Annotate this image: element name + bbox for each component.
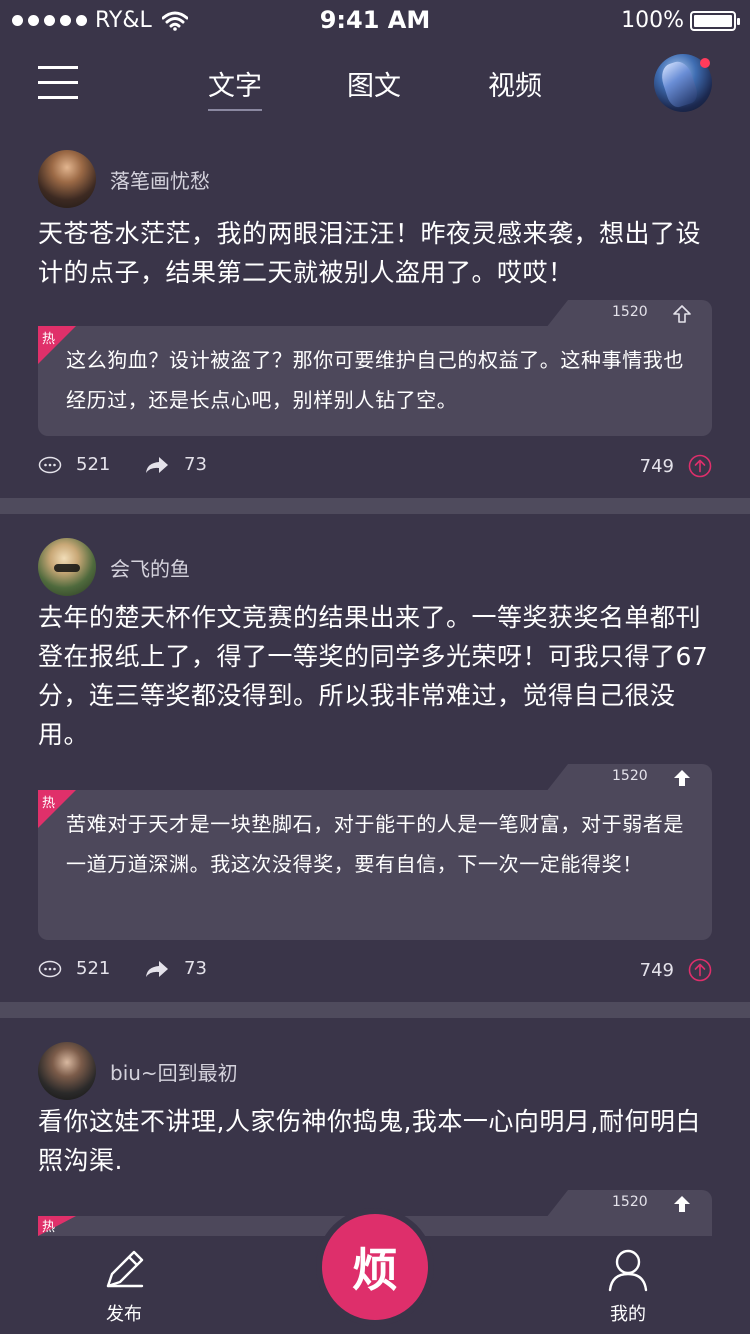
share-icon: [146, 456, 168, 473]
comment-like-tab: 1520: [546, 300, 712, 328]
comment-icon: [38, 456, 62, 473]
active-tab-underline: [208, 109, 262, 111]
share-count: 73: [184, 958, 207, 979]
battery-icon: [690, 10, 740, 31]
user-icon: [608, 1249, 648, 1292]
hot-comment-text: 苦难对于天才是一块垫脚石，对于能干的人是一笔财富，对于弱者是一道万道深渊。我这次…: [66, 812, 684, 876]
comment-icon: [38, 960, 62, 977]
upvote-icon[interactable]: [688, 958, 712, 982]
post-body[interactable]: 去年的楚天杯作文竞赛的结果出来了。一等奖获奖名单都刊登在报纸上了，得了一等奖的同…: [38, 598, 718, 754]
tab-text[interactable]: 文字: [208, 64, 262, 111]
author-name[interactable]: 会飞的鱼: [110, 553, 190, 582]
menu-icon[interactable]: [38, 66, 78, 100]
comment-like-count: 1520: [612, 768, 648, 784]
tab-image-text-label: 图文: [347, 71, 401, 102]
hot-badge-label: 热: [42, 332, 56, 347]
upvote-icon[interactable]: [688, 454, 712, 478]
post-stats: 521 73 749: [38, 454, 712, 484]
comment-like-tab: 1520: [546, 764, 712, 792]
share-icon: [146, 960, 168, 977]
hot-comment-body: 热 苦难对于天才是一块垫脚石，对于能干的人是一笔财富，对于弱者是一道万道深渊。我…: [38, 790, 712, 940]
like-arrow-icon[interactable]: [672, 304, 692, 324]
tab-mine-label: 我的: [610, 1304, 646, 1325]
tab-video[interactable]: 视频: [488, 64, 542, 103]
vote-stat[interactable]: 749: [640, 958, 712, 982]
share-stat[interactable]: 73: [144, 454, 207, 475]
tab-text-label: 文字: [208, 71, 262, 102]
center-action-label: 烦: [352, 1243, 398, 1297]
comment-like-count: 1520: [612, 1194, 648, 1210]
avatar[interactable]: [38, 150, 96, 208]
tab-video-label: 视频: [488, 71, 542, 102]
like-arrow-icon[interactable]: [672, 1194, 692, 1214]
comment-stat[interactable]: 521: [38, 958, 110, 979]
vote-stat[interactable]: 749: [640, 454, 712, 478]
share-count: 73: [184, 454, 207, 475]
author-name[interactable]: biu~回到最初: [110, 1057, 238, 1086]
section-divider: [0, 1002, 750, 1018]
post-author[interactable]: biu~回到最初: [38, 1042, 238, 1100]
status-bar: RY&L 9:41 AM 100%: [0, 0, 750, 40]
avatar[interactable]: [38, 1042, 96, 1100]
section-divider: [0, 498, 750, 514]
hot-badge-label: 热: [42, 1220, 56, 1235]
comment-count: 521: [76, 958, 111, 979]
comment-like-count: 1520: [612, 304, 648, 320]
post-author[interactable]: 会飞的鱼: [38, 538, 190, 596]
post-author[interactable]: 落笔画忧愁: [38, 150, 210, 208]
tab-publish[interactable]: 发布: [84, 1248, 164, 1326]
author-name[interactable]: 落笔画忧愁: [110, 165, 210, 194]
pen-icon: [106, 1250, 144, 1288]
post-body[interactable]: 看你这娃不讲理,人家伤神你捣鬼,我本一心向明月,耐何明白照沟渠.: [38, 1102, 718, 1180]
notification-dot: [700, 58, 710, 68]
hot-comment[interactable]: 1520 热 苦难对于天才是一块垫脚石，对于能干的人是一笔财富，对于弱者是一道万…: [38, 764, 712, 940]
tab-publish-label: 发布: [106, 1304, 142, 1325]
post-body[interactable]: 天苍苍水茫茫，我的两眼泪汪汪！昨夜灵感来袭，想出了设计的点子，结果第二天就被别人…: [38, 214, 718, 292]
comment-count: 521: [76, 454, 111, 475]
center-action-button[interactable]: 烦: [322, 1214, 428, 1320]
hot-comment-body: 热 这么狗血？设计被盗了？那你可要维护自己的权益了。这种事情我也经历过，还是长点…: [38, 326, 712, 436]
like-arrow-icon[interactable]: [672, 768, 692, 788]
comment-like-tab: 1520: [546, 1190, 712, 1218]
post-stats: 521 73 749: [38, 958, 712, 988]
avatar[interactable]: [38, 538, 96, 596]
battery-percent: 100%: [621, 8, 684, 33]
hot-comment[interactable]: 1520 热 这么狗血？设计被盗了？那你可要维护自己的权益了。这种事情我也经历过…: [38, 300, 712, 436]
comment-stat[interactable]: 521: [38, 454, 110, 475]
top-nav: 文字 图文 视频: [0, 40, 750, 130]
tab-image-text[interactable]: 图文: [347, 64, 401, 103]
hot-badge-label: 热: [42, 796, 56, 811]
tab-mine[interactable]: 我的: [588, 1248, 668, 1326]
status-right: 100%: [621, 8, 740, 33]
vote-count: 749: [639, 455, 674, 477]
share-stat[interactable]: 73: [144, 958, 207, 979]
hot-comment-text: 这么狗血？设计被盗了？那你可要维护自己的权益了。这种事情我也经历过，还是长点心吧…: [66, 348, 684, 412]
vote-count: 749: [639, 959, 674, 981]
